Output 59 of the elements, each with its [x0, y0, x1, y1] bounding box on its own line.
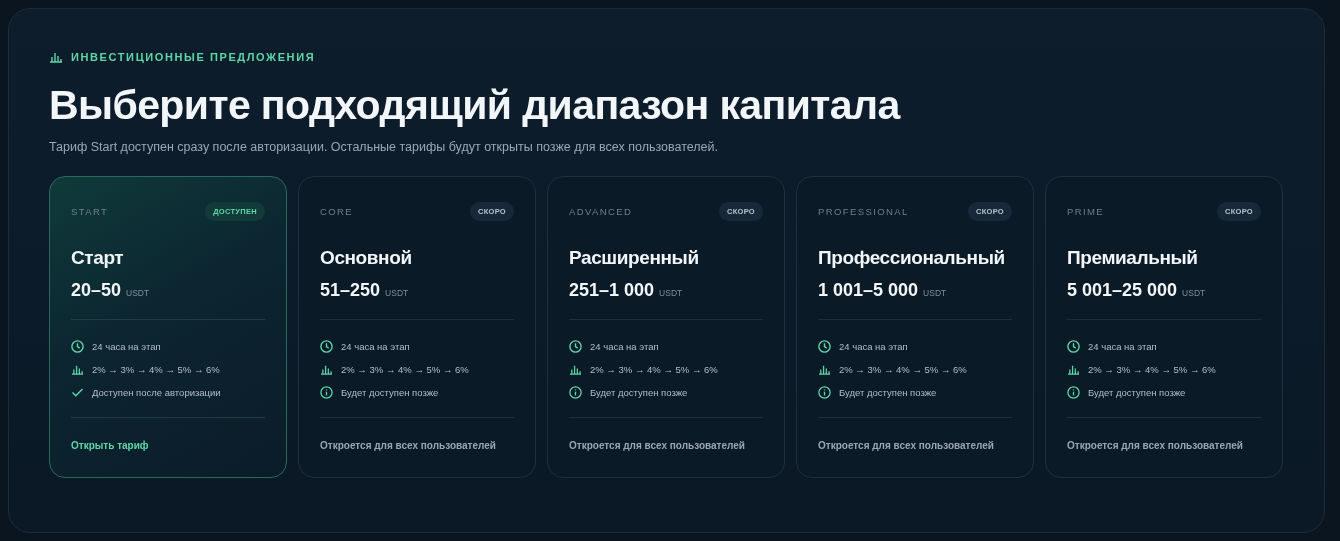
coming-soon-note: Откроется для всех пользователей — [569, 439, 746, 451]
currency-label: USDT — [923, 287, 947, 298]
bar-chart-icon — [1067, 363, 1080, 375]
open-plan-link[interactable]: Открыть тариф — [71, 439, 265, 451]
info-icon — [320, 385, 333, 399]
plan-range: 20–50 — [71, 279, 122, 301]
feature-text: Будет доступен позже — [341, 386, 439, 398]
feature-text: 2% → 3% → 4% → 5% → 6% — [1088, 363, 1216, 375]
feature-text: Будет доступен позже — [1088, 386, 1186, 398]
feature-text: 2% → 3% → 4% → 5% → 6% — [341, 363, 469, 375]
plan-code: ADVANCED — [569, 205, 633, 217]
currency-label: USDT — [659, 287, 683, 298]
plan-name: Расширенный — [569, 246, 700, 270]
bar-chart-icon — [320, 363, 333, 375]
plan-range: 51–250 — [320, 279, 381, 301]
currency-label: USDT — [385, 287, 409, 298]
currency-label: USDT — [1182, 287, 1206, 298]
currency-label: USDT — [126, 287, 150, 298]
clock-icon — [818, 339, 831, 353]
page-title: Выберите подходящий диапазон капитала — [49, 83, 902, 129]
check-icon — [71, 387, 84, 397]
section-eyebrow: ИНВЕСТИЦИОННЫЕ ПРЕДЛОЖЕНИЯ — [71, 51, 316, 63]
bar-chart-icon — [569, 363, 582, 375]
clock-icon — [1067, 339, 1080, 353]
feature-text: Доступен после авторизации — [92, 386, 221, 398]
coming-soon-note: Откроется для всех пользователей — [1067, 439, 1244, 451]
plan-name: Основной — [320, 246, 413, 270]
coming-soon-note: Откроется для всех пользователей — [320, 439, 497, 451]
page-subtitle: Тариф Start доступен сразу после авторизации. Остальные тарифы будут открыты позже для всех пользователей. — [49, 140, 720, 155]
plan-code: CORE — [320, 205, 354, 217]
feature-text: 24 часа на этап — [839, 340, 908, 352]
feature-text: 24 часа на этап — [1088, 340, 1157, 352]
plan-range: 251–1 000 — [569, 279, 655, 301]
info-icon — [569, 385, 582, 399]
feature-text: Будет доступен позже — [839, 386, 937, 398]
bar-chart-icon — [818, 363, 831, 375]
feature-text: 24 часа на этап — [590, 340, 659, 352]
plan-code: PRIME — [1067, 205, 1105, 217]
feature-text: Будет доступен позже — [590, 386, 688, 398]
clock-icon — [320, 339, 333, 353]
clock-icon — [71, 339, 84, 353]
feature-text: 24 часа на этап — [92, 340, 161, 352]
plan-name: Премиальный — [1067, 246, 1199, 270]
info-icon — [818, 385, 831, 399]
bar-chart-icon — [71, 363, 84, 375]
feature-text: 2% → 3% → 4% → 5% → 6% — [590, 363, 718, 375]
plan-range: 5 001–25 000 — [1067, 279, 1178, 301]
plan-name: Старт — [71, 246, 125, 270]
info-icon — [1067, 385, 1080, 399]
plan-code: START — [71, 205, 109, 217]
plan-name: Профессиональный — [818, 246, 1006, 270]
clock-icon — [569, 339, 582, 353]
plan-code: PROFESSIONAL — [818, 205, 909, 217]
feature-text: 2% → 3% → 4% → 5% → 6% — [839, 363, 967, 375]
feature-text: 2% → 3% → 4% → 5% → 6% — [92, 363, 220, 375]
bar-chart-icon — [49, 51, 63, 63]
coming-soon-note: Откроется для всех пользователей — [818, 439, 995, 451]
feature-text: 24 часа на этап — [341, 340, 410, 352]
plan-range: 1 001–5 000 — [818, 279, 919, 301]
